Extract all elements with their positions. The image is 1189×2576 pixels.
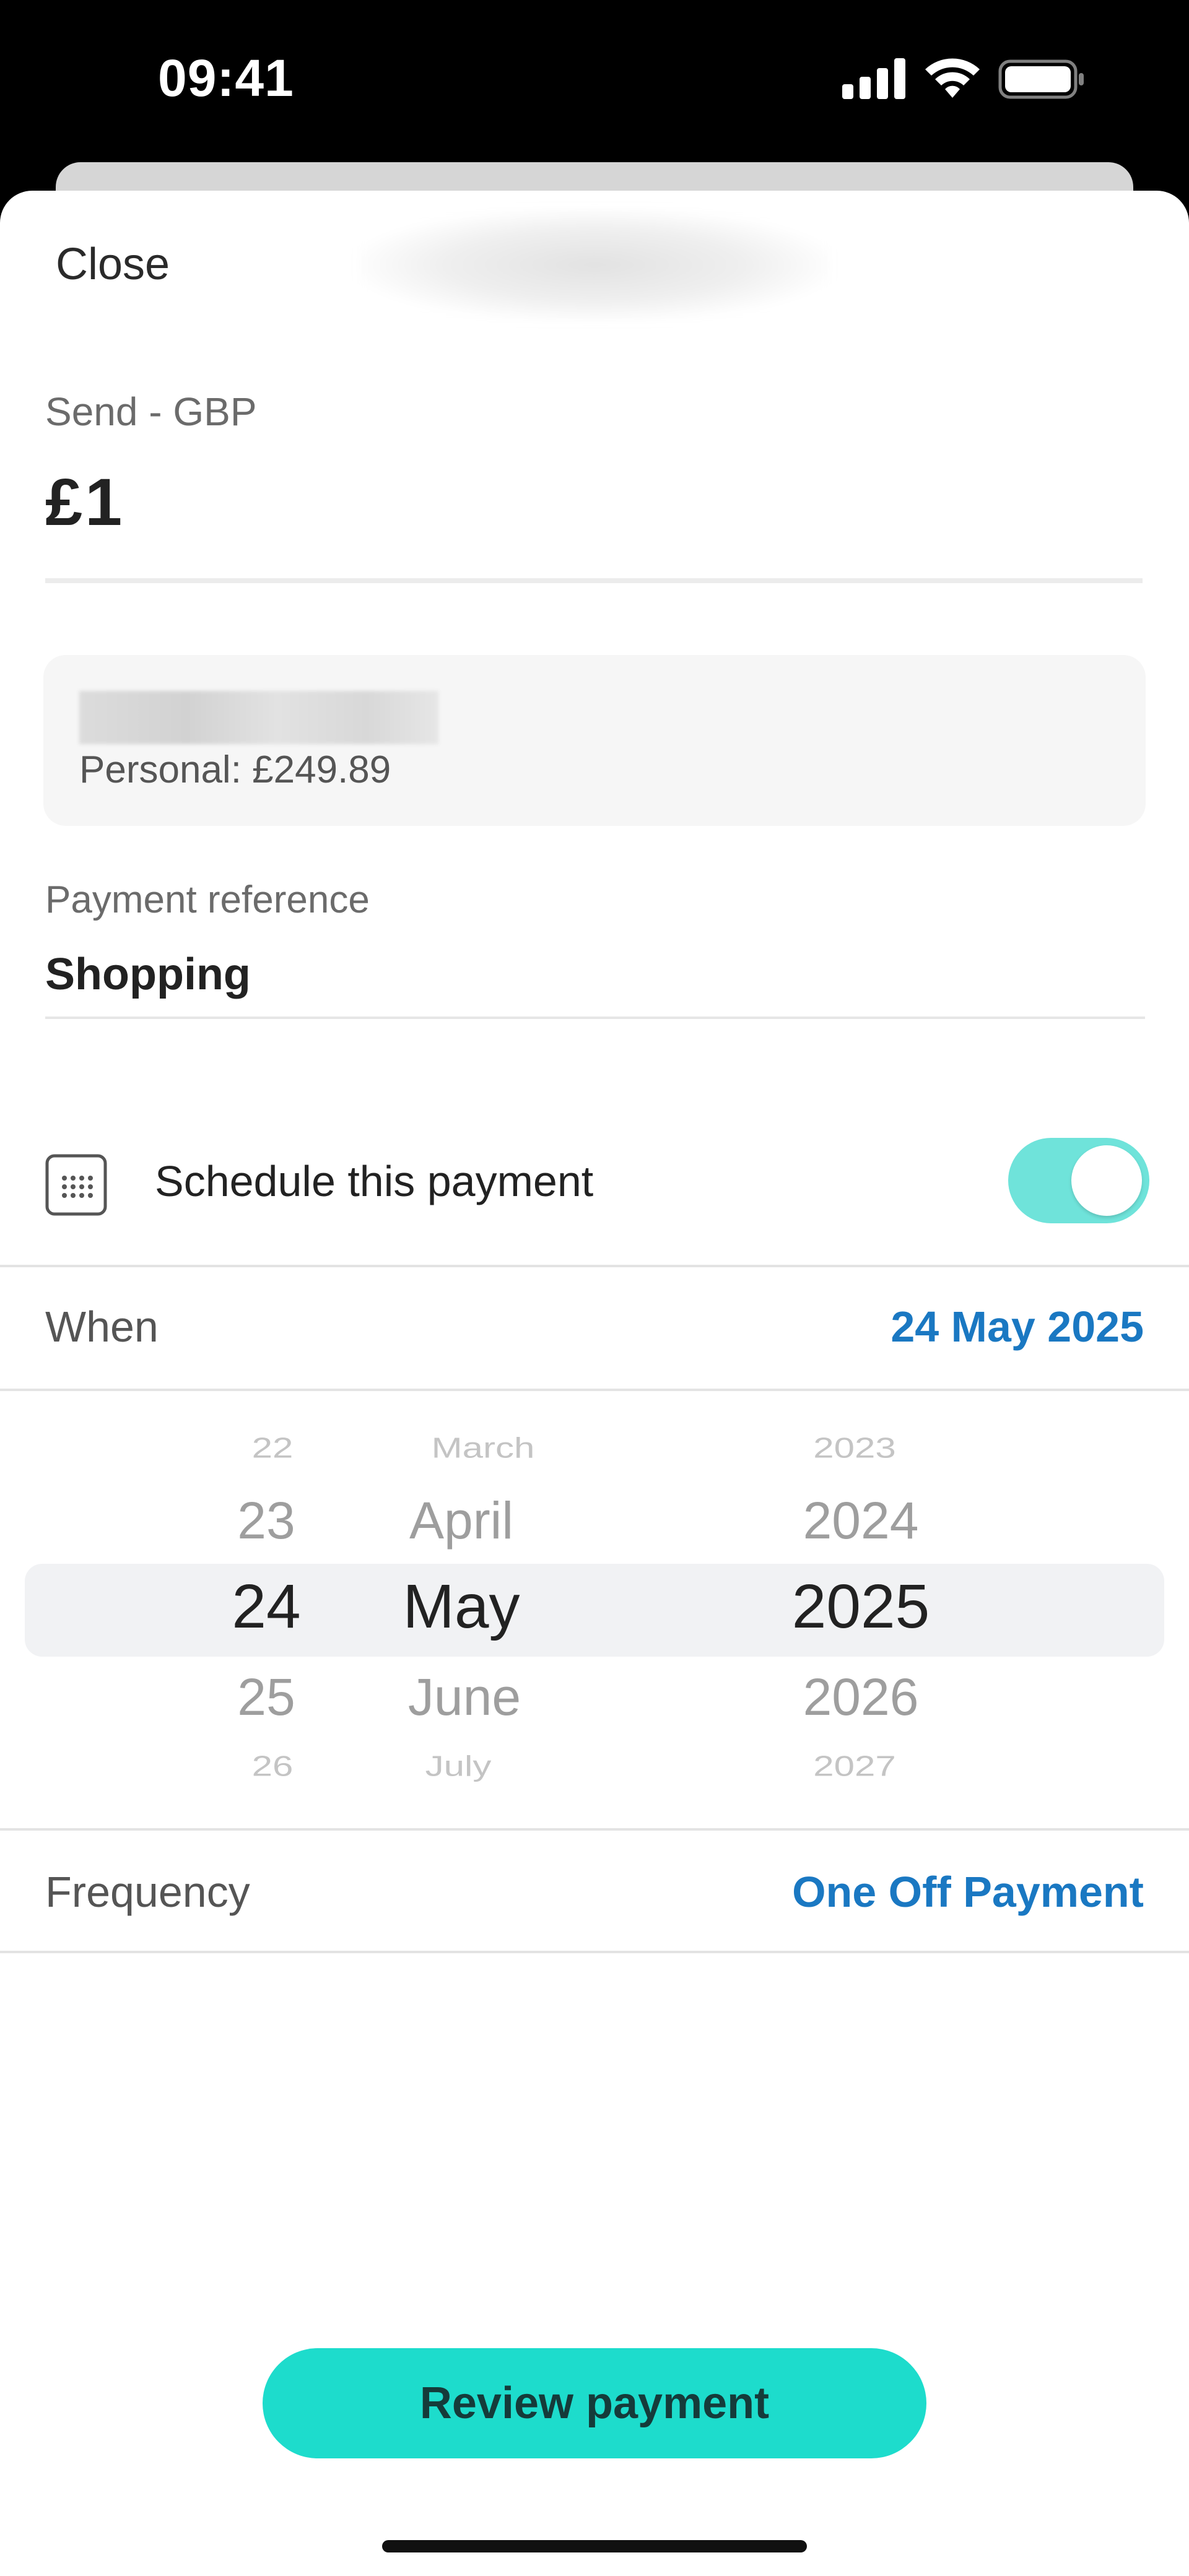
status-bar: 09:41 [0, 0, 1189, 161]
divider [0, 1828, 1189, 1831]
calendar-icon [45, 1154, 107, 1216]
cellular-signal-icon [842, 58, 905, 99]
picker-day-item[interactable]: 22 [204, 1431, 341, 1465]
account-balance: Personal: £249.89 [79, 748, 391, 791]
picker-month-item[interactable]: April [350, 1491, 573, 1551]
close-button[interactable]: Close [56, 239, 170, 290]
source-account-card[interactable]: Personal: £249.89 [43, 655, 1146, 826]
picker-year-item[interactable]: 2026 [749, 1667, 972, 1727]
when-label: When [45, 1303, 159, 1351]
divider [0, 1265, 1189, 1267]
divider [0, 1951, 1189, 1953]
toggle-knob [1071, 1145, 1142, 1216]
send-currency-label: Send - GBP [45, 389, 257, 434]
picker-month-item[interactable]: March [372, 1431, 594, 1465]
picker-day-item[interactable]: 25 [198, 1667, 334, 1727]
picker-year-item[interactable]: 2024 [749, 1491, 972, 1551]
picker-day-selected[interactable]: 24 [198, 1571, 334, 1642]
when-date-value[interactable]: 24 May 2025 [891, 1302, 1144, 1351]
redacted-recipient-header [359, 209, 830, 321]
status-time: 09:41 [158, 49, 294, 107]
picker-month-item[interactable]: June [353, 1667, 576, 1727]
amount-field[interactable]: £1 [45, 463, 124, 540]
picker-month-selected[interactable]: May [350, 1571, 573, 1642]
wifi-icon [925, 58, 980, 98]
divider [0, 1389, 1189, 1391]
picker-year-item[interactable]: 2027 [743, 1750, 966, 1783]
redacted-account-name [79, 691, 438, 744]
review-payment-button[interactable]: Review payment [263, 2348, 926, 2458]
home-indicator [382, 2540, 807, 2552]
amount-divider [45, 578, 1143, 583]
picker-day-item[interactable]: 26 [204, 1750, 341, 1783]
payment-reference-input[interactable] [45, 949, 1145, 1000]
payment-sheet: Close Send - GBP £1 Personal: £249.89 Pa… [0, 191, 1189, 2576]
schedule-payment-label: Schedule this payment [155, 1157, 594, 1205]
picker-month-item[interactable]: July [347, 1750, 570, 1783]
reference-divider [45, 1017, 1145, 1019]
schedule-payment-toggle[interactable] [1008, 1138, 1149, 1223]
frequency-label: Frequency [45, 1868, 250, 1916]
picker-year-item[interactable]: 2023 [743, 1431, 966, 1465]
payment-reference-label: Payment reference [45, 878, 370, 921]
frequency-value[interactable]: One Off Payment [792, 1867, 1144, 1917]
picker-year-selected[interactable]: 2025 [749, 1571, 972, 1642]
picker-day-item[interactable]: 23 [198, 1491, 334, 1551]
battery-icon [998, 59, 1084, 99]
picker-selection-highlight [25, 1564, 1164, 1657]
